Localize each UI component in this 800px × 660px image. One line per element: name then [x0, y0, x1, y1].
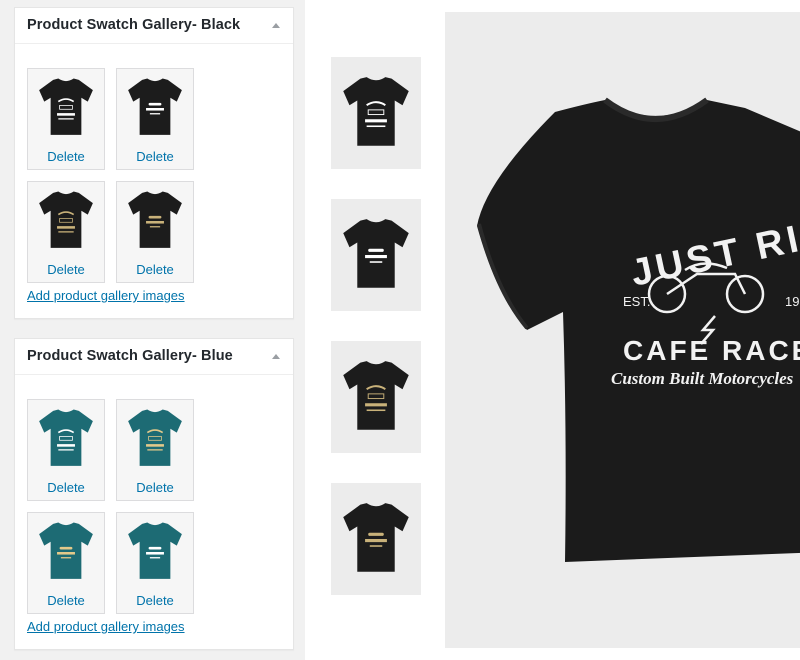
- gallery-thumbnail[interactable]: Delete: [116, 181, 194, 283]
- add-gallery-images-link[interactable]: Add product gallery images: [27, 619, 185, 634]
- delete-link[interactable]: Delete: [117, 262, 193, 277]
- print-year: 19: [785, 294, 799, 309]
- tshirt-image: [117, 69, 193, 147]
- gallery-thumbnail[interactable]: Delete: [27, 399, 105, 501]
- preview-thumbnail[interactable]: [331, 57, 421, 169]
- tshirt-image: [28, 182, 104, 260]
- preview-thumbnail[interactable]: [331, 341, 421, 453]
- gallery-box-header: Product Swatch Gallery- Black: [15, 8, 293, 44]
- print-line2: CAFE RACER: [623, 335, 800, 366]
- gallery-thumbnail[interactable]: Delete: [27, 181, 105, 283]
- gallery-box-blue: Product Swatch Gallery- Blue Delete Dele…: [14, 338, 294, 650]
- preview-thumbnail[interactable]: [331, 483, 421, 595]
- delete-link[interactable]: Delete: [117, 593, 193, 608]
- gallery-thumbnail[interactable]: Delete: [116, 512, 194, 614]
- gallery-box-header: Product Swatch Gallery- Blue: [15, 339, 293, 375]
- gallery-thumbnail[interactable]: Delete: [116, 68, 194, 170]
- delete-link[interactable]: Delete: [28, 593, 104, 608]
- main-product-image: JUST RIDE EST. 19 CAFE RACER Custom Buil…: [445, 12, 800, 648]
- gallery-thumbnail[interactable]: Delete: [116, 399, 194, 501]
- delete-link[interactable]: Delete: [28, 480, 104, 495]
- gallery-box-black: Product Swatch Gallery- Black Delete Del…: [14, 7, 294, 319]
- collapse-toggle-icon[interactable]: [272, 23, 280, 28]
- tshirt-image: [28, 400, 104, 478]
- collapse-toggle-icon[interactable]: [272, 354, 280, 359]
- print-est: EST.: [623, 294, 650, 309]
- gallery-thumbnail[interactable]: Delete: [27, 68, 105, 170]
- tshirt-image: [117, 182, 193, 260]
- delete-link[interactable]: Delete: [28, 262, 104, 277]
- gallery-box-title: Product Swatch Gallery- Blue: [27, 348, 233, 364]
- admin-panel: Product Swatch Gallery- Black Delete Del…: [0, 0, 305, 660]
- add-gallery-images-link[interactable]: Add product gallery images: [27, 288, 185, 303]
- tshirt-image: [28, 69, 104, 147]
- print-line3: Custom Built Motorcycles: [611, 369, 794, 388]
- tshirt-image: [28, 513, 104, 591]
- product-preview: JUST RIDE EST. 19 CAFE RACER Custom Buil…: [305, 0, 800, 660]
- delete-link[interactable]: Delete: [28, 149, 104, 164]
- tshirt-image: [117, 513, 193, 591]
- gallery-box-title: Product Swatch Gallery- Black: [27, 17, 241, 33]
- preview-thumbnail[interactable]: [331, 199, 421, 311]
- delete-link[interactable]: Delete: [117, 480, 193, 495]
- tshirt-image: [117, 400, 193, 478]
- delete-link[interactable]: Delete: [117, 149, 193, 164]
- gallery-thumbnail[interactable]: Delete: [27, 512, 105, 614]
